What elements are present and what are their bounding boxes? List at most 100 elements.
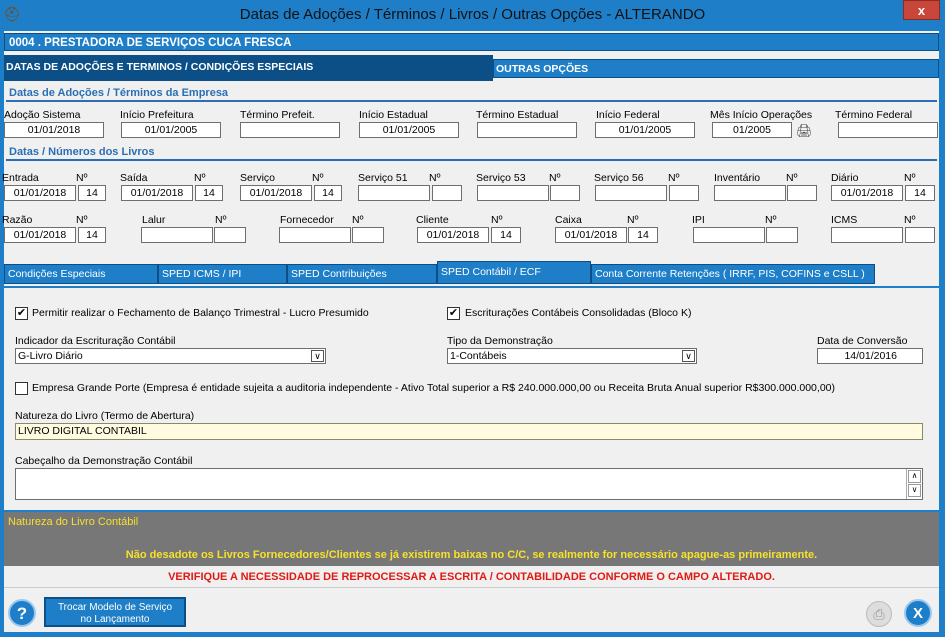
lalur-num-label: Nº xyxy=(215,214,227,226)
title-bar: ⛑ Datas de Adoções / Términos / Livros /… xyxy=(0,0,945,31)
inicio-federal-label: Início Federal xyxy=(596,109,660,121)
servico-num-label: Nº xyxy=(312,172,324,184)
adocao-sistema-label: Adoção Sistema xyxy=(4,109,81,121)
icms-num-field[interactable] xyxy=(905,227,935,243)
diario-date-field[interactable]: 01/01/2018 xyxy=(831,185,903,201)
data-conversao-field[interactable]: 14/01/2016 xyxy=(817,348,923,364)
termino-prefeitura-field[interactable] xyxy=(240,122,340,138)
inventario-num-label: Nº xyxy=(786,172,798,184)
termino-federal-field[interactable] xyxy=(838,122,938,138)
natureza-livro-contabil-title: Natureza do Livro Contábil xyxy=(4,510,939,545)
close-button[interactable]: x xyxy=(903,0,940,20)
section-adocoes-title: Datas de Adoções / Términos da Empresa xyxy=(6,87,937,102)
sped-contabil-panel: ✔ Permitir realizar o Fechamento de Bala… xyxy=(4,286,939,510)
entrada-date-field[interactable]: 01/01/2018 xyxy=(4,185,76,201)
icms-date-field[interactable] xyxy=(831,227,903,243)
razao-num-field[interactable]: 14 xyxy=(78,227,106,243)
lalur-date-field[interactable] xyxy=(141,227,213,243)
section-livros-title: Datas / Números dos Livros xyxy=(6,146,937,161)
termino-estadual-field[interactable] xyxy=(477,122,577,138)
balanco-trimestral-checkbox[interactable]: ✔ xyxy=(15,307,28,320)
cliente-date-field[interactable]: 01/01/2018 xyxy=(417,227,489,243)
servico-date-field[interactable]: 01/01/2018 xyxy=(240,185,312,201)
company-header: 0004 . PRESTADORA DE SERVIÇOS CUCA FRESC… xyxy=(4,33,939,51)
indicador-escrituracao-value: G-Livro Diário xyxy=(18,350,83,362)
natureza-livro-input[interactable]: LIVRO DIGITAL CONTABIL xyxy=(15,423,923,440)
servico51-label: Serviço 51 xyxy=(358,172,408,184)
lalur-num-field[interactable] xyxy=(214,227,246,243)
razao-num-label: Nº xyxy=(76,214,88,226)
fornecedor-date-field[interactable] xyxy=(279,227,351,243)
cliente-num-field[interactable]: 14 xyxy=(491,227,521,243)
servico51-date-field[interactable] xyxy=(358,185,430,201)
chevron-down-icon[interactable]: ∨ xyxy=(682,350,695,362)
servico51-num-field[interactable] xyxy=(432,185,462,201)
cabecalho-demonstracao-textarea[interactable]: ∧ ∨ xyxy=(15,468,923,500)
tab-condicoes-especiais[interactable]: Condições Especiais xyxy=(4,264,158,284)
trocar-modelo-label-1: Trocar Modelo de Serviço xyxy=(57,602,173,613)
tipo-demonstracao-label: Tipo da Demonstração xyxy=(447,335,553,347)
razao-label: Razão xyxy=(2,214,33,226)
tab-sped-contabil-ecf[interactable]: SPED Contábil / ECF xyxy=(437,261,591,284)
tab-datas-adocoes[interactable]: DATAS DE ADOÇÕES E TERMINOS / CONDIÇÕES … xyxy=(4,55,493,81)
entrada-num-label: Nº xyxy=(76,172,88,184)
caixa-num-field[interactable]: 14 xyxy=(628,227,658,243)
ipi-label: IPI xyxy=(692,214,705,226)
entrada-num-field[interactable]: 14 xyxy=(78,185,106,201)
tipo-demonstracao-select[interactable]: 1-Contábeis ∨ xyxy=(447,348,697,364)
scroll-up-icon[interactable]: ∧ xyxy=(908,470,921,483)
razao-date-field[interactable]: 01/01/2018 xyxy=(4,227,76,243)
saida-date-field[interactable]: 01/01/2018 xyxy=(121,185,193,201)
tab-sped-icms-ipi[interactable]: SPED ICMS / IPI xyxy=(158,264,287,284)
inicio-estadual-label: Início Estadual xyxy=(359,109,428,121)
servico56-label: Serviço 56 xyxy=(594,172,644,184)
mes-inicio-operacoes-field[interactable]: 01/2005 xyxy=(712,122,792,138)
servico53-date-field[interactable] xyxy=(477,185,549,201)
indicador-escrituracao-label: Indicador da Escrituração Contábil xyxy=(15,335,176,347)
inicio-prefeitura-field[interactable]: 01/01/2005 xyxy=(121,122,221,138)
tab-outras-opcoes[interactable]: OUTRAS OPÇÕES xyxy=(493,59,939,78)
inventario-num-field[interactable] xyxy=(787,185,817,201)
servico53-num-field[interactable] xyxy=(550,185,580,201)
icms-label: ICMS xyxy=(831,214,858,226)
servico56-date-field[interactable] xyxy=(595,185,667,201)
cliente-num-label: Nº xyxy=(491,214,503,226)
caixa-date-field[interactable]: 01/01/2018 xyxy=(555,227,627,243)
trocar-modelo-button[interactable]: Trocar Modelo de Serviço no Lançamento xyxy=(44,597,186,627)
inventario-date-field[interactable] xyxy=(714,185,786,201)
fornecedor-num-field[interactable] xyxy=(352,227,384,243)
printer-icon[interactable]: ⎙ xyxy=(866,601,892,627)
calendar-icon[interactable]: 🖨 xyxy=(796,123,813,139)
ipi-num-field[interactable] xyxy=(766,227,798,243)
inicio-federal-field[interactable]: 01/01/2005 xyxy=(595,122,695,138)
cabecalho-scrollbar[interactable]: ∧ ∨ xyxy=(906,469,922,499)
cabecalho-demonstracao-label: Cabeçalho da Demonstração Contábil xyxy=(15,455,193,467)
tab-sped-contribuicoes[interactable]: SPED Contribuições xyxy=(287,264,437,284)
lalur-label: Lalur xyxy=(142,214,166,226)
inicio-prefeitura-label: Início Prefeitura xyxy=(120,109,194,121)
exit-button[interactable]: X xyxy=(904,599,932,627)
saida-num-field[interactable]: 14 xyxy=(195,185,223,201)
diario-num-field[interactable]: 14 xyxy=(905,185,935,201)
ipi-num-label: Nº xyxy=(765,214,777,226)
servico53-num-label: Nº xyxy=(549,172,561,184)
diario-label: Diário xyxy=(831,172,859,184)
indicador-escrituracao-select[interactable]: G-Livro Diário ∨ xyxy=(15,348,326,364)
scroll-down-icon[interactable]: ∨ xyxy=(908,484,921,497)
grande-porte-label: Empresa Grande Porte (Empresa é entidade… xyxy=(32,382,835,394)
adocao-sistema-field[interactable]: 01/01/2018 xyxy=(4,122,104,138)
diario-num-label: Nº xyxy=(904,172,916,184)
caixa-label: Caixa xyxy=(555,214,582,226)
inicio-estadual-field[interactable]: 01/01/2005 xyxy=(359,122,459,138)
warning-fornecedores-clientes: Não desadote os Livros Fornecedores/Clie… xyxy=(4,545,939,566)
chevron-down-icon[interactable]: ∨ xyxy=(311,350,324,362)
termino-estadual-label: Término Estadual xyxy=(476,109,559,121)
ipi-date-field[interactable] xyxy=(693,227,765,243)
tab-conta-corrente-retencoes[interactable]: Conta Corrente Retenções ( IRRF, PIS, CO… xyxy=(591,264,875,284)
natureza-livro-label: Natureza do Livro (Termo de Abertura) xyxy=(15,410,195,422)
consolidadas-checkbox[interactable]: ✔ xyxy=(447,307,460,320)
servico56-num-field[interactable] xyxy=(669,185,699,201)
servico-num-field[interactable]: 14 xyxy=(314,185,342,201)
grande-porte-checkbox[interactable] xyxy=(15,382,28,395)
help-button[interactable]: ? xyxy=(8,599,36,627)
